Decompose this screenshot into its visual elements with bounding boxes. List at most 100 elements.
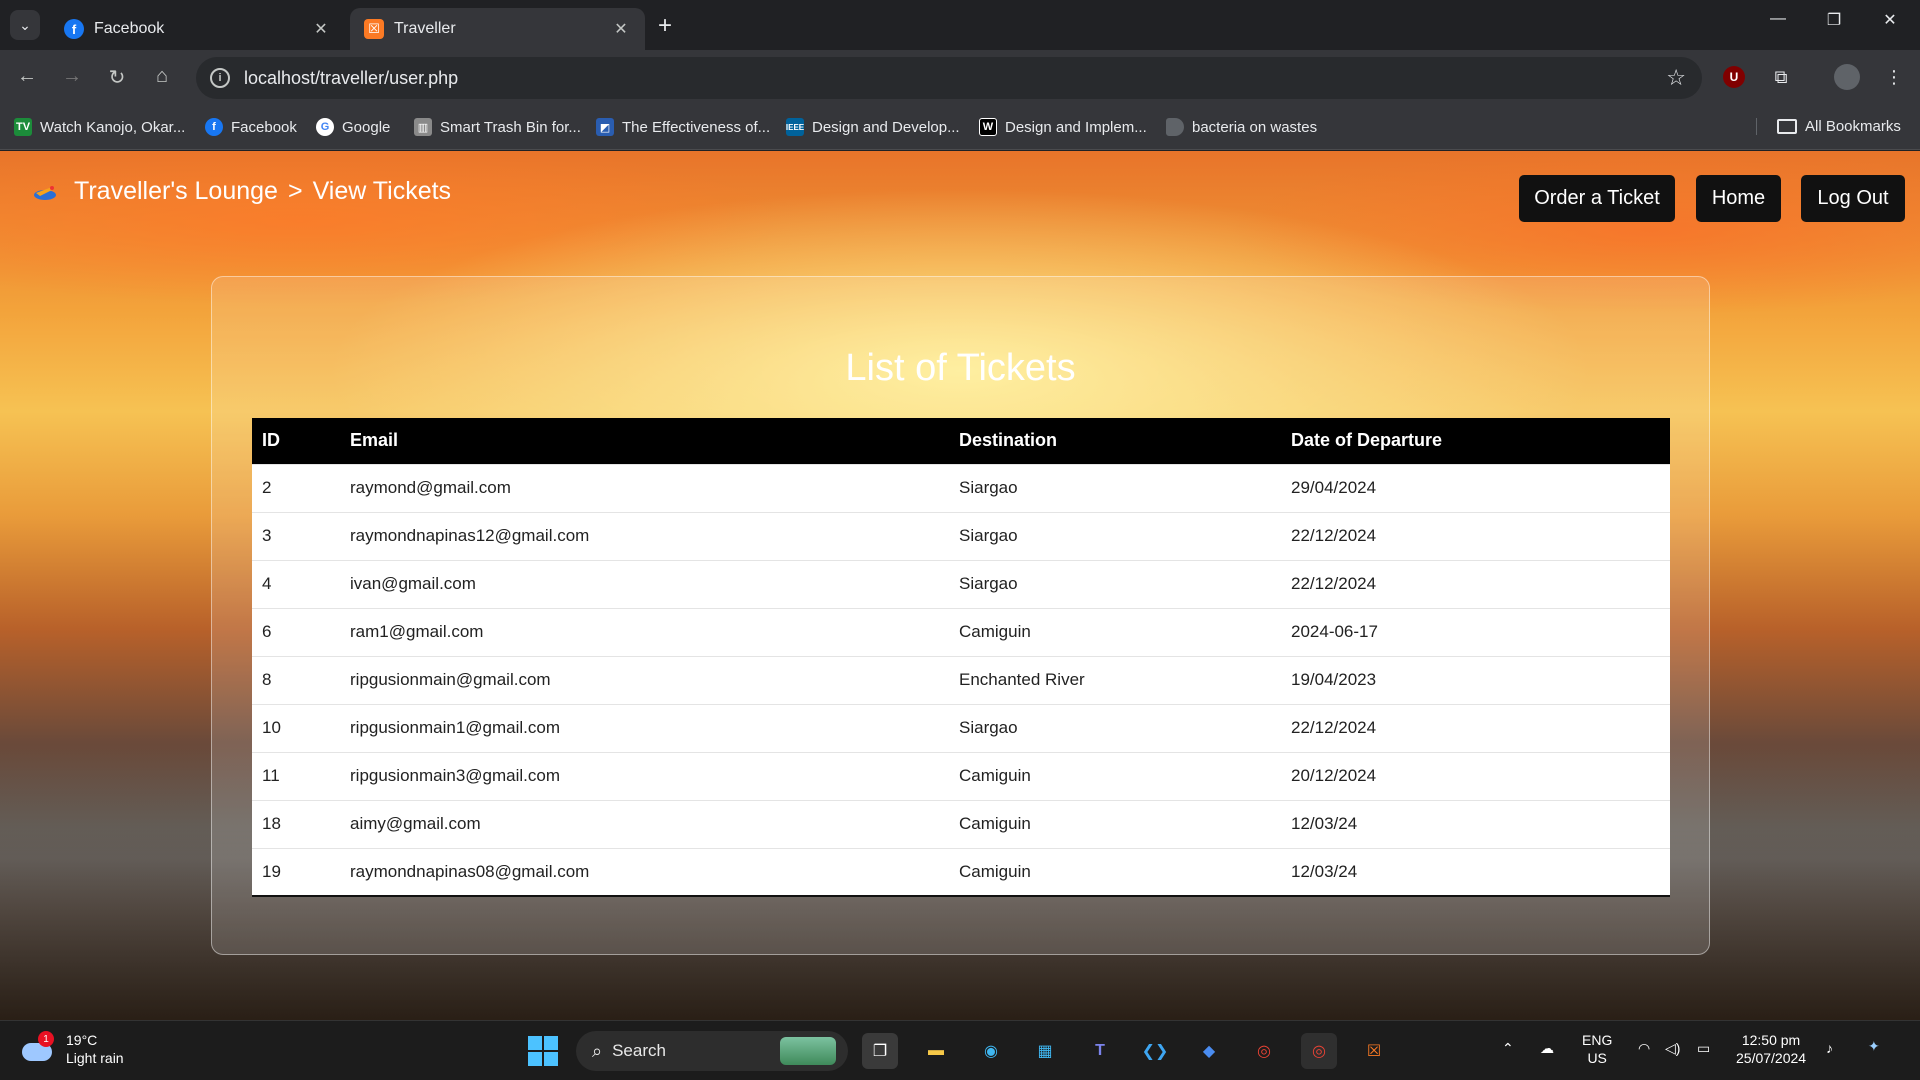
reload-icon[interactable]: ↻ xyxy=(102,65,132,90)
cell-email: ripgusionmain@gmail.com xyxy=(340,655,949,704)
vscode-icon[interactable]: ❮❯ xyxy=(1137,1033,1173,1069)
cell-destination: Camiguin xyxy=(949,607,1281,656)
browser-menu-icon[interactable]: ⋮ xyxy=(1880,63,1908,91)
bookmark-label: Facebook xyxy=(231,118,297,136)
cell-id: 4 xyxy=(252,559,340,608)
cell-departure: 22/12/2024 xyxy=(1281,703,1670,752)
close-window-button[interactable]: ✕ xyxy=(1870,10,1910,30)
clock-date: 25/07/2024 xyxy=(1736,1050,1807,1066)
bookmarks-bar: TV Watch Kanojo, Okar... f Facebook G Go… xyxy=(0,108,1920,150)
forward-icon[interactable]: → xyxy=(57,65,87,88)
minimize-button[interactable]: — xyxy=(1758,10,1798,28)
bookmark-item[interactable]: IEEE Design and Develop... xyxy=(786,118,960,136)
teams-icon[interactable]: T xyxy=(1082,1033,1118,1069)
bookmark-item[interactable]: G Google xyxy=(316,118,390,136)
cell-departure: 22/12/2024 xyxy=(1281,511,1670,560)
weather-widget[interactable]: 1 19°C Light rain xyxy=(22,1031,124,1067)
battery-icon[interactable]: ▭ xyxy=(1697,1039,1710,1057)
table-row: 3 raymondnapinas12@gmail.com Siargao 22/… xyxy=(252,511,1670,560)
xampp-icon: ☒ xyxy=(364,19,384,39)
profile-avatar[interactable] xyxy=(1833,63,1861,91)
bookmark-item[interactable]: f Facebook xyxy=(205,118,297,136)
tickets-table: ID Email Destination Date of Departure 2… xyxy=(252,418,1670,897)
copilot-icon[interactable]: ✦ xyxy=(1868,1037,1880,1055)
document-icon: ◩ xyxy=(596,118,614,136)
show-hidden-icons[interactable]: ⌃ xyxy=(1502,1039,1514,1057)
cell-destination: Siargao xyxy=(949,703,1281,752)
bookmark-label: Design and Implem... xyxy=(1005,118,1147,136)
wifi-icon[interactable]: ◠ xyxy=(1638,1039,1650,1057)
windows-start-icon[interactable] xyxy=(528,1036,558,1066)
cell-id: 3 xyxy=(252,511,340,560)
address-bar[interactable]: i localhost/traveller/user.php ☆ xyxy=(196,57,1702,99)
cell-email: raymondnapinas12@gmail.com xyxy=(340,511,949,560)
onedrive-icon[interactable]: ☁ xyxy=(1540,1039,1554,1057)
home-button[interactable]: Home xyxy=(1696,175,1781,222)
new-tab-button[interactable]: + xyxy=(652,12,678,40)
bookmark-label: bacteria on wastes xyxy=(1192,118,1318,136)
store-icon[interactable]: ▦ xyxy=(1027,1033,1063,1069)
tab-traveller[interactable]: ☒ Traveller ✕ xyxy=(350,8,645,50)
chrome-icon[interactable]: ◎ xyxy=(1246,1033,1282,1069)
order-ticket-button[interactable]: Order a Ticket xyxy=(1519,175,1675,222)
column-header-departure: Date of Departure xyxy=(1281,418,1670,464)
facebook-icon: f xyxy=(205,118,223,136)
clock[interactable]: 12:50 pm 25/07/2024 xyxy=(1736,1031,1806,1067)
taskbar-search-box[interactable]: ⌕ Search xyxy=(576,1031,848,1071)
cell-email: ivan@gmail.com xyxy=(340,559,949,608)
app-icon[interactable]: ◆ xyxy=(1191,1033,1227,1069)
notification-bell-icon[interactable]: ♪ xyxy=(1826,1039,1833,1057)
back-icon[interactable]: ← xyxy=(12,65,42,88)
table-row: 6 ram1@gmail.com Camiguin 2024-06-17 xyxy=(252,607,1670,656)
close-icon[interactable]: ✕ xyxy=(611,19,631,39)
extensions-icon[interactable]: ⧉ xyxy=(1767,63,1795,91)
all-bookmarks-button[interactable]: All Bookmarks xyxy=(1756,118,1901,135)
tab-title: Traveller xyxy=(394,20,456,37)
ieee-icon: IEEE xyxy=(786,118,804,136)
tab-facebook[interactable]: f Facebook ✕ xyxy=(50,8,345,50)
bookmark-item[interactable]: W Design and Implem... xyxy=(979,118,1147,136)
tv-icon: TV xyxy=(14,118,32,136)
cell-departure: 12/03/24 xyxy=(1281,799,1670,848)
breadcrumb-current: View Tickets xyxy=(312,177,452,205)
cell-destination: Camiguin xyxy=(949,847,1281,896)
cell-departure: 22/12/2024 xyxy=(1281,559,1670,608)
breadcrumb-separator: > xyxy=(287,177,303,205)
document-icon: ▥ xyxy=(414,118,432,136)
logout-button[interactable]: Log Out xyxy=(1801,175,1905,222)
region-code: US xyxy=(1587,1050,1607,1066)
bookmark-item[interactable]: ◩ The Effectiveness of... xyxy=(596,118,770,136)
edge-icon[interactable]: ◉ xyxy=(973,1033,1009,1069)
bookmark-label: The Effectiveness of... xyxy=(622,118,771,136)
tab-search-button[interactable]: ⌄ xyxy=(10,10,40,40)
language-indicator[interactable]: ENG US xyxy=(1582,1031,1612,1067)
cell-departure: 19/04/2023 xyxy=(1281,655,1670,704)
table-row: 2 raymond@gmail.com Siargao 29/04/2024 xyxy=(252,463,1670,512)
bookmark-item[interactable]: bacteria on wastes xyxy=(1166,118,1317,136)
ublock-extension-icon[interactable]: U xyxy=(1720,63,1748,91)
bookmark-item[interactable]: ▥ Smart Trash Bin for... xyxy=(414,118,581,136)
chrome-profile-icon[interactable]: ◎ xyxy=(1301,1033,1337,1069)
file-explorer-icon[interactable]: ▬ xyxy=(918,1033,954,1069)
bookmark-item[interactable]: TV Watch Kanojo, Okar... xyxy=(14,118,185,136)
cell-email: ripgusionmain1@gmail.com xyxy=(340,703,949,752)
browser-toolbar: ← → ↻ ⌂ i localhost/traveller/user.php ☆… xyxy=(0,50,1920,108)
brand-name: Traveller's Lounge xyxy=(74,177,278,205)
cell-email: raymondnapinas08@gmail.com xyxy=(340,847,949,896)
table-header-row: ID Email Destination Date of Departure xyxy=(252,418,1670,464)
bookmark-star-icon[interactable]: ☆ xyxy=(1666,65,1686,91)
table-row: 8 ripgusionmain@gmail.com Enchanted Rive… xyxy=(252,655,1670,704)
site-brand[interactable]: Traveller's Lounge > View Tickets xyxy=(32,177,451,206)
home-icon[interactable]: ⌂ xyxy=(147,65,177,88)
volume-icon[interactable]: ◁) xyxy=(1665,1039,1680,1057)
bookmark-label: Design and Develop... xyxy=(812,118,960,136)
site-info-icon[interactable]: i xyxy=(210,68,230,88)
cell-departure: 2024-06-17 xyxy=(1281,607,1670,656)
restore-button[interactable]: ❐ xyxy=(1814,10,1854,30)
task-view-icon[interactable]: ❐ xyxy=(862,1033,898,1069)
xampp-icon[interactable]: ☒ xyxy=(1356,1033,1392,1069)
close-icon[interactable]: ✕ xyxy=(311,19,331,39)
table-row: 4 ivan@gmail.com Siargao 22/12/2024 xyxy=(252,559,1670,608)
cell-id: 19 xyxy=(252,847,340,896)
table-row: 10 ripgusionmain1@gmail.com Siargao 22/1… xyxy=(252,703,1670,752)
